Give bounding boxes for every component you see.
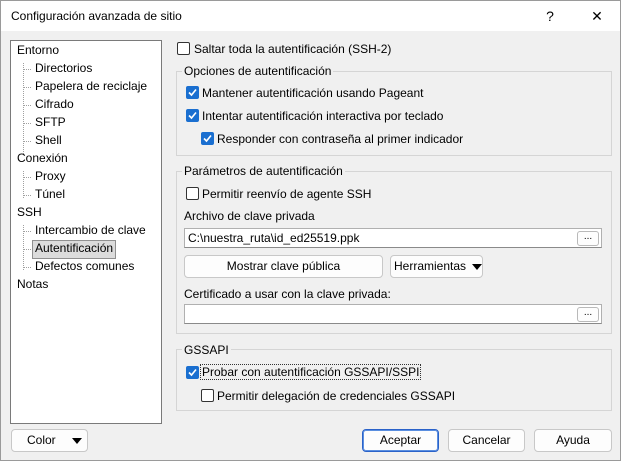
tree-item-shell[interactable]: Shell [35, 132, 62, 149]
try-gssapi-checkbox[interactable] [186, 366, 199, 379]
skip-auth-checkbox[interactable] [177, 42, 190, 55]
tree-item-ssh[interactable]: SSH [17, 204, 42, 221]
tree-item-autentificacion[interactable]: Autentificación [32, 240, 117, 259]
browse-key-button[interactable]: ... [577, 231, 599, 246]
tree-connector [23, 231, 31, 232]
tree-connector [23, 171, 24, 198]
window-title: Configuración avanzada de sitio [11, 9, 182, 23]
pageant-checkbox[interactable] [186, 86, 199, 99]
private-key-value: C:\nuestra_ruta\id_ed25519.ppk [188, 231, 360, 245]
category-tree[interactable]: Entorno Directorios Papelera de reciclaj… [10, 40, 162, 424]
keyboard-interactive-checkbox[interactable] [186, 109, 199, 122]
tree-connector [23, 105, 31, 106]
chevron-down-icon [71, 437, 82, 444]
accept-button[interactable]: Aceptar [362, 429, 439, 452]
keyboard-interactive-label: Intentar autentificación interactiva por… [202, 109, 444, 123]
tree-item-tunel[interactable]: Túnel [35, 186, 65, 203]
tree-connector [23, 141, 31, 142]
try-gssapi-label: Probar con autentificación GSSAPI/SSPI [199, 364, 422, 380]
tools-label: Herramientas [394, 259, 467, 273]
tree-item-intercambio[interactable]: Intercambio de clave [35, 222, 146, 239]
browse-certificate-button[interactable]: ... [577, 307, 599, 322]
tree-item-papelera[interactable]: Papelera de reciclaje [35, 78, 147, 95]
tree-connector [23, 123, 31, 124]
delegation-label: Permitir delegación de credenciales GSSA… [217, 389, 456, 403]
dialog-window: Configuración avanzada de sitio ? ✕ Ento… [0, 0, 621, 461]
close-button[interactable]: ✕ [574, 1, 620, 31]
color-dropdown[interactable]: Color [11, 429, 88, 452]
agent-forwarding-label: Permitir reenvío de agente SSH [202, 187, 372, 201]
tree-connector [23, 87, 31, 88]
tree-item-directorios[interactable]: Directorios [35, 60, 92, 77]
show-public-key-button[interactable]: Mostrar clave pública [184, 255, 383, 278]
auth-params-title: Parámetros de autentificación [182, 164, 345, 178]
cancel-button[interactable]: Cancelar [448, 429, 525, 452]
tree-item-proxy[interactable]: Proxy [35, 168, 66, 185]
password-first-label: Responder con contraseña al primer indic… [217, 132, 464, 146]
tree-item-defectos[interactable]: Defectos comunes [35, 258, 134, 275]
tree-item-entorno[interactable]: Entorno [17, 42, 59, 59]
help-dialog-button[interactable]: Ayuda [534, 429, 612, 452]
private-key-label: Archivo de clave privada [184, 209, 315, 223]
agent-forwarding-checkbox[interactable] [186, 187, 199, 200]
gssapi-title: GSSAPI [182, 343, 231, 357]
skip-auth-label: Saltar toda la autentificación (SSH-2) [194, 42, 392, 56]
help-button[interactable]: ? [527, 1, 573, 31]
chevron-down-icon [472, 263, 483, 270]
certificate-label: Certificado a usar con la clave privada: [184, 287, 391, 301]
delegation-checkbox[interactable] [201, 389, 214, 402]
tree-item-conexion[interactable]: Conexión [17, 150, 68, 167]
tree-connector [23, 177, 31, 178]
tree-item-cifrado[interactable]: Cifrado [35, 96, 74, 113]
pageant-label: Mantener autentificación usando Pageant [202, 86, 424, 100]
tools-dropdown[interactable]: Herramientas [390, 255, 483, 278]
tree-connector [23, 267, 31, 268]
tree-connector [23, 69, 31, 70]
auth-options-title: Opciones de autentificación [182, 64, 334, 78]
certificate-field[interactable] [184, 304, 602, 324]
tree-item-sftp[interactable]: SFTP [35, 114, 66, 131]
color-label: Color [27, 433, 56, 447]
tree-connector [23, 195, 31, 196]
title-bar: Configuración avanzada de sitio ? ✕ [1, 1, 620, 31]
tree-item-notas[interactable]: Notas [17, 276, 48, 293]
private-key-field[interactable]: C:\nuestra_ruta\id_ed25519.ppk [184, 228, 602, 248]
password-first-checkbox[interactable] [201, 132, 214, 145]
tree-connector [23, 249, 31, 250]
